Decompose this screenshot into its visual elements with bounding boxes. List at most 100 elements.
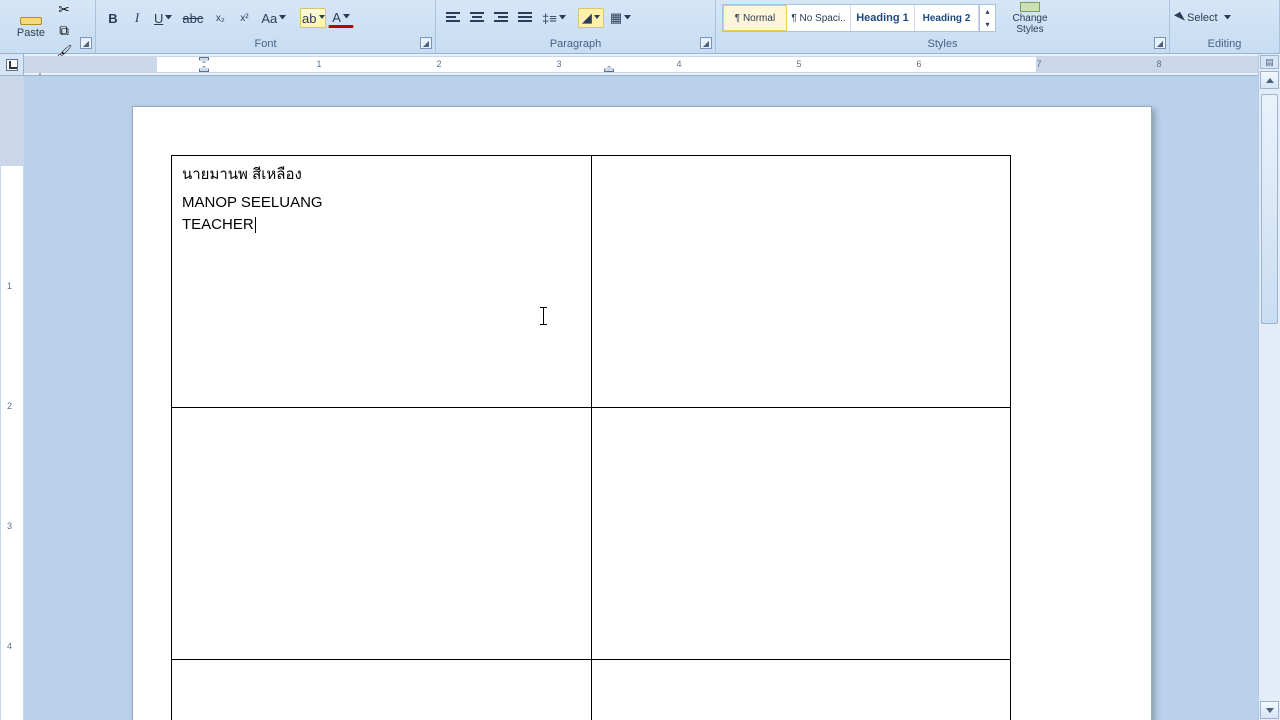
ruler-number: 4 [7, 641, 12, 651]
change-styles-icon [1020, 2, 1040, 12]
group-editing: Select Editing [1170, 0, 1280, 53]
cell-line-1: นายมานพ สีเหลือง [182, 164, 581, 186]
align-right-icon [494, 12, 508, 24]
borders-icon: ▦ [610, 10, 622, 26]
style-normal[interactable]: ¶ Normal [723, 5, 787, 31]
ruler-number: 2 [436, 59, 441, 69]
cut-button[interactable]: ✂ [54, 0, 74, 20]
chevron-down-icon [559, 15, 566, 22]
font-color-button[interactable]: A [328, 8, 354, 28]
scroll-down-button[interactable] [1260, 701, 1279, 719]
triangle-down-icon [1266, 708, 1274, 713]
editing-group-label: Editing [1170, 36, 1279, 53]
align-right-button[interactable] [490, 8, 512, 28]
highlighter-icon: ab [302, 11, 316, 26]
cell-line-2: MANOP SEELUANG [182, 192, 581, 214]
scroll-up-button[interactable] [1260, 71, 1279, 89]
styles-group-label: Styles [716, 36, 1169, 53]
clipboard-launcher[interactable]: ◢ [80, 37, 92, 49]
style-gallery: ¶ Normal ¶ No Spaci.. Heading 1 Heading … [722, 4, 996, 32]
ribbon: Paste ✂ ⧉ 🖌 Clipboard ◢ B I U abc x x Aa… [0, 0, 1280, 54]
ruler-number: 1 [316, 59, 321, 69]
chevron-down-icon: ▾ [980, 18, 995, 31]
table-cell[interactable] [591, 156, 1010, 408]
style-no-spacing[interactable]: ¶ No Spaci.. [787, 5, 851, 31]
change-styles-button[interactable]: Change Styles [1004, 2, 1056, 35]
paragraph-group-label: Paragraph [436, 36, 715, 53]
change-styles-label: Change Styles [1012, 13, 1047, 35]
superscript-button[interactable]: x [233, 8, 255, 28]
document-table[interactable]: นายมานพ สีเหลือง MANOP SEELUANG TEACHER [171, 155, 1011, 720]
clipboard-icon [20, 17, 42, 25]
ruler-number: 4 [676, 59, 681, 69]
highlight-button[interactable]: ab [300, 8, 326, 28]
borders-button[interactable]: ▦ [606, 8, 635, 28]
text-cursor [255, 217, 256, 233]
style-gallery-more[interactable]: ▴ ▾ [979, 5, 995, 31]
group-paragraph: ‡≡ ◢ ▦ Paragraph ◢ [436, 0, 716, 53]
scroll-track[interactable] [1259, 90, 1280, 700]
align-justify-button[interactable] [514, 8, 536, 28]
table-cell[interactable] [591, 660, 1010, 720]
paint-bucket-icon: ◢ [582, 10, 592, 26]
cell-line-3: TEACHER [182, 214, 581, 236]
hanging-indent-marker[interactable] [199, 66, 209, 72]
group-clipboard: Paste ✂ ⧉ 🖌 Clipboard ◢ [4, 0, 96, 53]
ruler-row: 1 2 3 4 5 6 7 8 [0, 54, 1280, 76]
chevron-down-icon [165, 15, 172, 22]
group-styles: ¶ Normal ¶ No Spaci.. Heading 1 Heading … [716, 0, 1170, 53]
copy-icon: ⧉ [59, 23, 69, 39]
align-center-button[interactable] [466, 8, 488, 28]
paste-button[interactable]: Paste [10, 17, 52, 45]
select-button[interactable]: Select [1176, 12, 1231, 24]
table-cell[interactable] [591, 408, 1010, 660]
style-heading-2[interactable]: Heading 2 [915, 5, 979, 31]
strikethrough-button[interactable]: abc [178, 8, 207, 28]
align-left-button[interactable] [442, 8, 464, 28]
paragraph-launcher[interactable]: ◢ [700, 37, 712, 49]
shading-button[interactable]: ◢ [578, 8, 604, 28]
table-cell[interactable]: นายมานพ สีเหลือง MANOP SEELUANG TEACHER [172, 156, 592, 408]
workarea: 1 2 3 4 นายมานพ สีเหลือง MANOP SEELUANG … [0, 76, 1258, 720]
ruler-number: 6 [916, 59, 921, 69]
ruler-number: 3 [7, 521, 12, 531]
align-center-icon [470, 12, 484, 24]
subscript-button[interactable]: x [209, 8, 231, 28]
underline-button[interactable]: U [150, 8, 176, 28]
line-spacing-button[interactable]: ‡≡ [538, 8, 570, 28]
ruler-number: 1 [7, 281, 12, 291]
ruler-toggle-button[interactable]: ▤ [1260, 55, 1279, 69]
font-launcher[interactable]: ◢ [420, 37, 432, 49]
copy-button[interactable]: ⧉ [54, 21, 74, 41]
scroll-thumb[interactable] [1261, 94, 1278, 324]
align-justify-icon [518, 12, 532, 24]
paste-label: Paste [17, 27, 45, 39]
horizontal-ruler[interactable]: 1 2 3 4 5 6 7 8 [24, 56, 1260, 73]
bold-button[interactable]: B [102, 8, 124, 28]
ruler-number: 7 [1036, 59, 1041, 69]
ruler-number: 2 [7, 401, 12, 411]
vertical-scrollbar[interactable]: ▤ [1258, 54, 1280, 720]
tab-left-icon [6, 59, 18, 71]
chevron-down-icon [319, 15, 325, 22]
first-line-indent-marker[interactable] [199, 57, 209, 63]
style-heading-1[interactable]: Heading 1 [851, 5, 915, 31]
chevron-down-icon [594, 15, 600, 22]
table-row [172, 408, 1011, 660]
styles-launcher[interactable]: ◢ [1154, 37, 1166, 49]
align-left-icon [446, 12, 460, 24]
page[interactable]: นายมานพ สีเหลือง MANOP SEELUANG TEACHER [132, 106, 1152, 720]
ruler-number: 5 [796, 59, 801, 69]
font-group-label: Font [96, 36, 435, 53]
triangle-up-icon [1266, 78, 1274, 83]
vertical-ruler[interactable]: 1 2 3 4 [0, 76, 24, 720]
i-beam-cursor [543, 307, 544, 325]
ruler-number: 3 [556, 59, 561, 69]
italic-button[interactable]: I [126, 8, 148, 28]
table-cell[interactable] [172, 408, 592, 660]
change-case-button[interactable]: Aa [257, 8, 290, 28]
table-cell[interactable] [172, 660, 592, 720]
right-indent-marker[interactable] [604, 66, 614, 72]
document-viewport[interactable]: นายมานพ สีเหลือง MANOP SEELUANG TEACHER [24, 76, 1258, 720]
ruler-number: 8 [1156, 59, 1161, 69]
